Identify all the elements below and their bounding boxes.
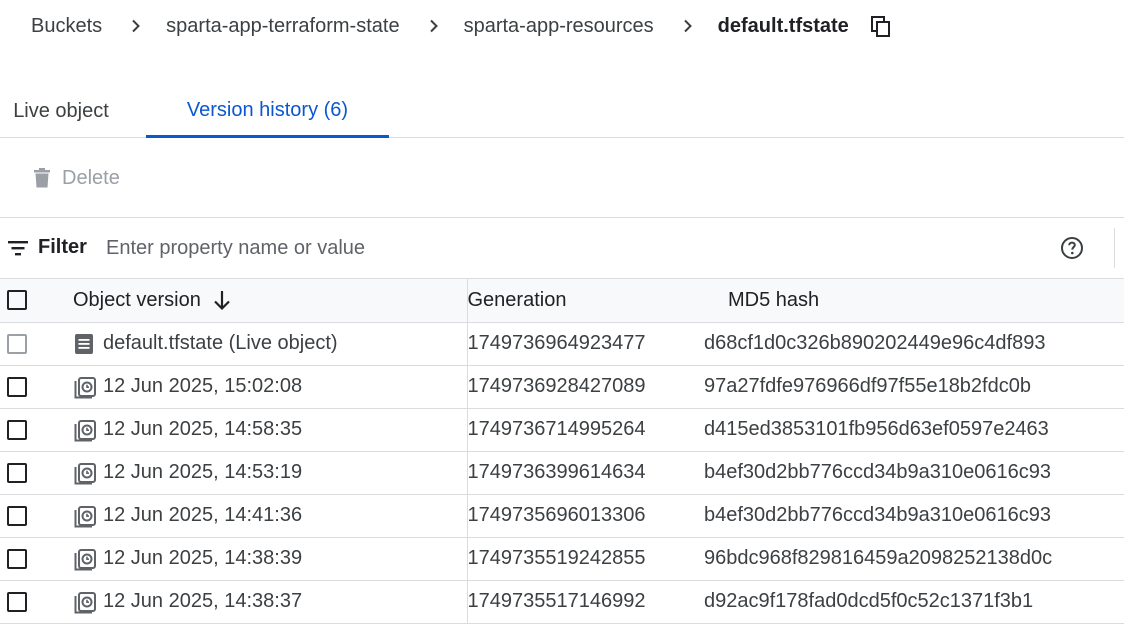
table-row: 12 Jun 2025, 14:58:35 1749736714995264 d…: [0, 408, 1124, 452]
column-header-object-version[interactable]: Object version: [62, 279, 468, 323]
generation-cell: 1749735696013306: [467, 494, 704, 538]
chevron-right-icon: [126, 16, 146, 36]
md5-cell: d68cf1d0c326b890202449e96c4df893: [704, 322, 1124, 366]
table-row: 12 Jun 2025, 14:41:36 1749735696013306 b…: [0, 494, 1124, 538]
help-icon[interactable]: [1060, 236, 1084, 265]
version-timestamp[interactable]: 12 Jun 2025, 14:41:36: [103, 504, 302, 527]
versions-table: Object version Generation MD5 hash defau…: [0, 279, 1124, 624]
delete-button[interactable]: Delete: [30, 160, 120, 196]
version-timestamp[interactable]: 12 Jun 2025, 14:53:19: [103, 461, 302, 484]
breadcrumb-item-folder[interactable]: sparta-app-resources: [464, 15, 654, 38]
breadcrumb-current-object: default.tfstate: [717, 14, 849, 37]
tab-live-object[interactable]: Live object: [0, 85, 122, 138]
version-history-icon: [73, 461, 97, 485]
md5-cell: b4ef30d2bb776ccd34b9a310e0616c93: [704, 494, 1124, 538]
row-checkbox[interactable]: [7, 591, 27, 612]
filter-bar: Filter: [0, 218, 1124, 279]
generation-cell: 1749736928427089: [467, 365, 704, 409]
column-header-generation[interactable]: Generation: [467, 279, 704, 323]
row-checkbox[interactable]: [7, 462, 27, 483]
version-timestamp[interactable]: 12 Jun 2025, 15:02:08: [103, 375, 302, 398]
document-icon: [73, 332, 97, 356]
filter-label: Filter: [38, 236, 87, 258]
version-timestamp[interactable]: 12 Jun 2025, 14:38:37: [103, 590, 302, 613]
column-header-md5-hash[interactable]: MD5 hash: [704, 279, 1124, 323]
filter-input[interactable]: [104, 232, 1008, 264]
select-all-cell: [0, 279, 62, 323]
version-history-icon: [73, 590, 97, 614]
trash-icon: [30, 166, 54, 190]
generation-cell: 1749736399614634: [467, 451, 704, 495]
md5-cell: d92ac9f178fad0dcd5f0c52c1371f3b1: [704, 580, 1124, 624]
generation-cell: 1749735517146992: [467, 580, 704, 624]
version-timestamp[interactable]: 12 Jun 2025, 14:58:35: [103, 418, 302, 441]
table-row: 12 Jun 2025, 14:38:39 1749735519242855 9…: [0, 537, 1124, 581]
chevron-right-icon: [678, 16, 698, 36]
live-object-link[interactable]: default.tfstate (Live object): [103, 332, 338, 355]
copy-icon[interactable]: [869, 14, 893, 38]
version-history-icon: [73, 547, 97, 571]
version-history-icon: [73, 504, 97, 528]
generation-cell: 1749735519242855: [467, 537, 704, 581]
delete-button-label: Delete: [62, 166, 120, 189]
md5-cell: 96bdc968f829816459a2098252138d0c: [704, 537, 1124, 581]
row-checkbox: [7, 333, 27, 354]
breadcrumb-item-bucket[interactable]: sparta-app-terraform-state: [166, 15, 399, 38]
chevron-right-icon: [424, 16, 444, 36]
table-row: 12 Jun 2025, 14:53:19 1749736399614634 b…: [0, 451, 1124, 495]
filter-list-icon[interactable]: [7, 237, 29, 259]
table-row: 12 Jun 2025, 14:38:37 1749735517146992 d…: [0, 580, 1124, 624]
table-row: default.tfstate (Live object) 1749736964…: [0, 322, 1124, 366]
tab-version-history[interactable]: Version history (6): [146, 85, 389, 138]
generation-cell: 1749736714995264: [467, 408, 704, 452]
md5-cell: b4ef30d2bb776ccd34b9a310e0616c93: [704, 451, 1124, 495]
row-checkbox[interactable]: [7, 505, 27, 526]
divider: [1114, 228, 1115, 268]
md5-cell: 97a27fdfe976966df97f55e18b2fdc0b: [704, 365, 1124, 409]
select-all-checkbox[interactable]: [7, 290, 27, 311]
breadcrumb-item-buckets[interactable]: Buckets: [31, 15, 102, 38]
toolbar: Delete: [0, 138, 1124, 218]
md5-cell: d415ed3853101fb956d63ef0597e2463: [704, 408, 1124, 452]
row-checkbox[interactable]: [7, 548, 27, 569]
row-checkbox[interactable]: [7, 419, 27, 440]
tab-bar: Live object Version history (6): [0, 85, 1124, 138]
arrow-down-icon[interactable]: [211, 289, 233, 311]
breadcrumb: Buckets sparta-app-terraform-state spart…: [0, 0, 1124, 52]
generation-cell: 1749736964923477: [467, 322, 704, 366]
table-header-row: Object version Generation MD5 hash: [0, 279, 1124, 323]
version-history-icon: [73, 375, 97, 399]
version-history-icon: [73, 418, 97, 442]
table-row: 12 Jun 2025, 15:02:08 1749736928427089 9…: [0, 365, 1124, 409]
row-checkbox[interactable]: [7, 376, 27, 397]
version-timestamp[interactable]: 12 Jun 2025, 14:38:39: [103, 547, 302, 570]
